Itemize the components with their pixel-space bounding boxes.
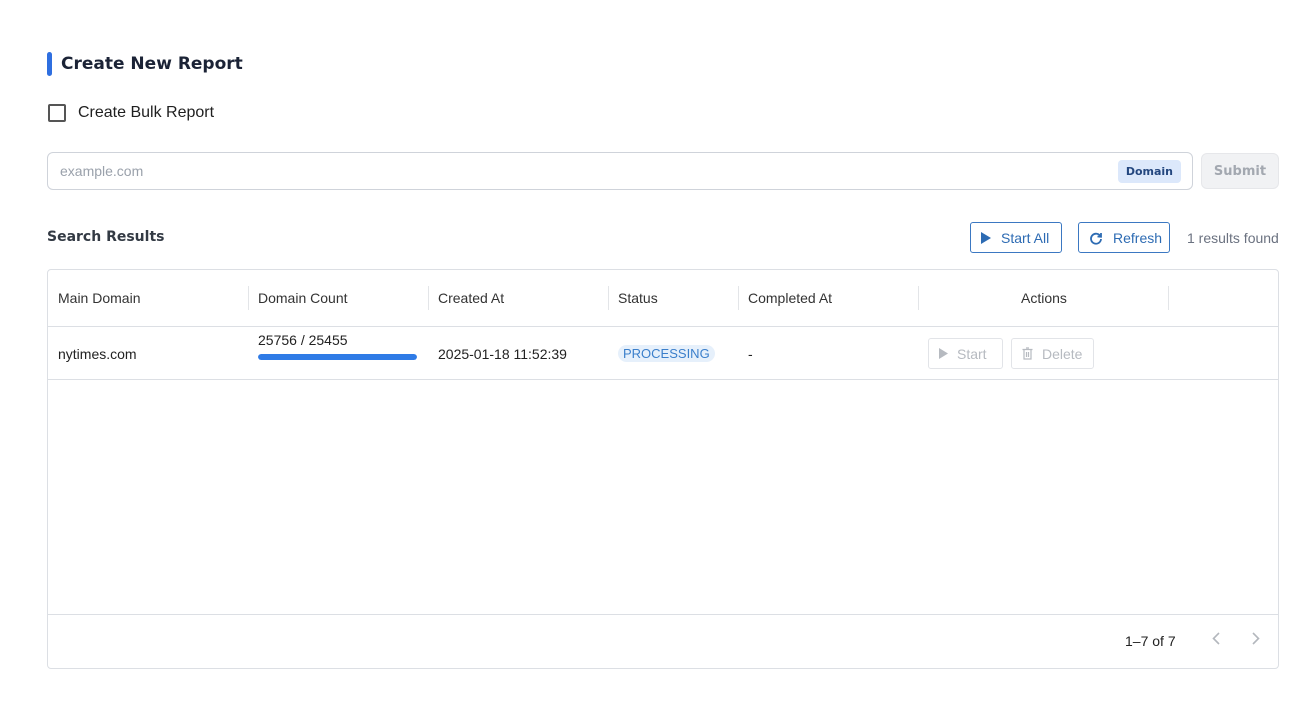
bulk-report-toggle[interactable]: Create Bulk Report (48, 104, 214, 122)
results-count: 1 results found (1187, 230, 1279, 246)
start-all-button[interactable]: Start All (970, 222, 1062, 253)
status-badge: PROCESSING (618, 345, 715, 362)
cell-created-at: 2025-01-18 11:52:39 (438, 346, 567, 362)
table-row[interactable]: nytimes.com 25756 / 25455 2025-01-18 11:… (48, 327, 1278, 380)
results-table: Main Domain Domain Count Created At Stat… (47, 269, 1279, 669)
bulk-report-checkbox[interactable] (48, 104, 66, 122)
refresh-button[interactable]: Refresh (1078, 222, 1170, 253)
chevron-left-icon (1212, 632, 1220, 650)
progress-fill (258, 354, 417, 360)
bulk-report-label: Create Bulk Report (78, 104, 215, 121)
title-accent-bar (47, 52, 52, 76)
page: Create New Report Create Bulk Report Dom… (0, 0, 1308, 705)
column-separator[interactable] (428, 286, 429, 310)
column-header-main-domain[interactable]: Main Domain (58, 290, 140, 306)
column-separator[interactable] (738, 286, 739, 310)
column-header-status[interactable]: Status (618, 290, 658, 306)
row-start-label: Start (957, 345, 987, 362)
column-header-created-at[interactable]: Created At (438, 290, 504, 306)
cell-domain-count: 25756 / 25455 (258, 332, 348, 348)
refresh-icon (1089, 231, 1103, 245)
domain-type-tag: Domain (1117, 159, 1181, 183)
cell-main-domain: nytimes.com (58, 346, 137, 362)
row-delete-label: Delete (1042, 345, 1083, 362)
row-delete-button[interactable]: Delete (1011, 338, 1094, 369)
page-title: Create New Report (61, 54, 243, 74)
start-all-label: Start All (1001, 229, 1050, 246)
results-title: Search Results (47, 229, 165, 245)
next-page-button[interactable] (1244, 629, 1268, 653)
chevron-right-icon (1252, 632, 1260, 650)
table-header: Main Domain Domain Count Created At Stat… (48, 270, 1278, 327)
column-header-completed-at[interactable]: Completed At (748, 290, 832, 306)
column-separator[interactable] (608, 286, 609, 310)
domain-input[interactable] (60, 163, 1118, 179)
section-header: Create New Report (47, 52, 243, 76)
table-footer: 1–7 of 7 (48, 614, 1278, 668)
column-separator[interactable] (248, 286, 249, 310)
play-icon (939, 348, 948, 359)
cell-completed-at: - (748, 346, 753, 362)
domain-count-progress (258, 354, 417, 360)
pagination-range: 1–7 of 7 (1125, 633, 1176, 649)
column-separator[interactable] (1168, 286, 1169, 310)
column-separator[interactable] (918, 286, 919, 310)
submit-button[interactable]: Submit (1201, 153, 1279, 189)
previous-page-button[interactable] (1204, 629, 1228, 653)
column-header-domain-count[interactable]: Domain Count (258, 290, 348, 306)
play-icon (981, 231, 991, 244)
refresh-label: Refresh (1113, 229, 1163, 246)
domain-input-wrapper: Domain (47, 152, 1193, 190)
trash-icon (1022, 347, 1033, 360)
column-header-actions: Actions (1021, 290, 1067, 306)
row-start-button[interactable]: Start (928, 338, 1003, 369)
